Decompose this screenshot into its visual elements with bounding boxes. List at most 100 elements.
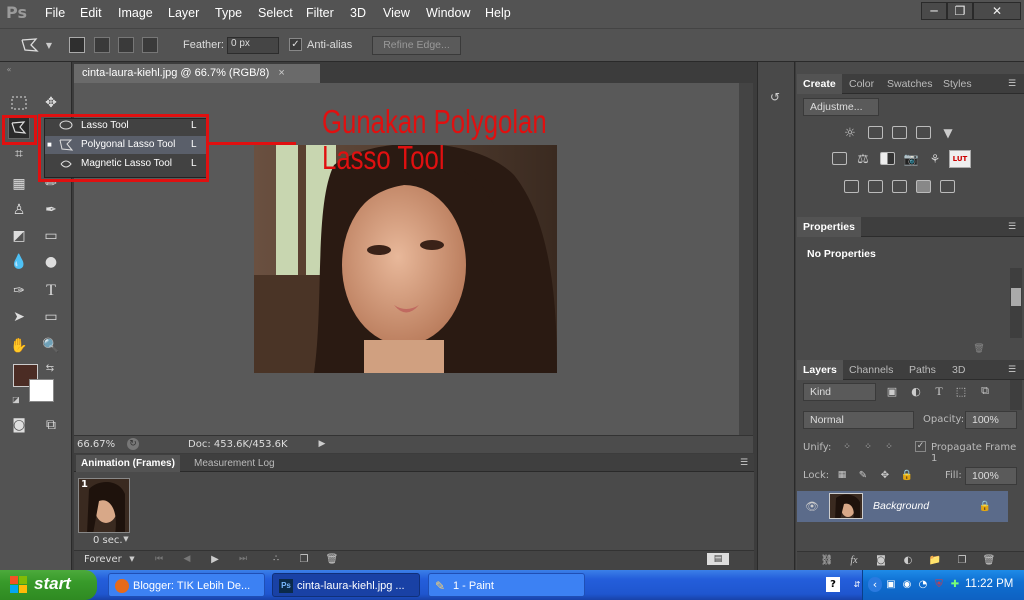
restore-button[interactable]: ❐ [947, 2, 973, 20]
posterize-icon[interactable] [868, 180, 883, 193]
delete-frame-icon[interactable]: 🗑 [325, 552, 339, 566]
gradient-tool-icon[interactable]: ▭ [40, 225, 62, 247]
marquee-tool-icon[interactable] [8, 92, 30, 114]
play-icon[interactable]: ▶ [208, 552, 222, 566]
layer-kind-filter[interactable]: Kind [803, 383, 876, 401]
eraser-tool-icon[interactable]: ◩ [8, 225, 30, 247]
crop-tool-icon[interactable]: ⌗ [8, 143, 30, 165]
close-button[interactable]: ✕ [973, 2, 1021, 20]
taskbar-item-paint[interactable]: ✎ 1 - Paint [428, 573, 585, 597]
lock-position-icon[interactable]: ✥ [879, 469, 891, 481]
color-lookup-icon[interactable]: LUT [949, 150, 971, 168]
black-white-icon[interactable] [880, 152, 895, 165]
filter-pixel-icon[interactable]: ▣ [884, 384, 900, 398]
intersect-selection-mode-button[interactable] [142, 37, 158, 53]
subtract-selection-mode-button[interactable] [118, 37, 134, 53]
channel-mixer-icon[interactable]: ⚘ [927, 151, 943, 167]
vibrance-icon[interactable]: ▼ [940, 125, 956, 141]
properties-menu-icon[interactable]: ☰ [1005, 221, 1019, 233]
opacity-input[interactable]: 100% [965, 411, 1017, 429]
tab-channels[interactable]: Channels [849, 360, 893, 380]
previous-frame-icon[interactable]: ◀ [180, 552, 194, 566]
lock-all-icon[interactable]: 🔒 [901, 469, 913, 481]
lock-transparent-icon[interactable]: ▦ [836, 469, 848, 481]
status-info-icon[interactable]: ↻ [127, 438, 139, 450]
add-selection-mode-button[interactable] [94, 37, 110, 53]
clone-stamp-tool-icon[interactable]: ♙ [8, 199, 30, 221]
quick-mask-icon[interactable]: ◙ [8, 414, 30, 436]
propagate-checkbox[interactable]: ✓ [915, 441, 926, 452]
filter-type-icon[interactable]: T [931, 384, 947, 398]
layers-menu-icon[interactable]: ☰ [1005, 364, 1019, 376]
layer-style-icon[interactable]: fx [847, 554, 861, 566]
duplicate-frame-icon[interactable]: ❐ [297, 552, 311, 566]
menu-window[interactable]: Window [426, 6, 470, 20]
sync-icon[interactable]: ✚ [948, 577, 962, 592]
unify-position-icon[interactable]: ⁘ [841, 441, 853, 453]
adjustment-layer-icon[interactable]: ◐ [901, 554, 915, 566]
blend-mode-select[interactable]: Normal [803, 411, 914, 429]
type-tool-icon[interactable]: T [40, 280, 62, 302]
default-colors-icon[interactable]: ◪ [10, 394, 22, 404]
spot-healing-tool-icon[interactable]: ▦ [8, 173, 30, 195]
panel-menu-icon[interactable]: ☰ [737, 457, 751, 469]
tween-icon[interactable]: ∴ [268, 552, 284, 566]
new-layer-icon[interactable]: ❐ [955, 554, 969, 566]
zoom-tool-icon[interactable]: 🔍 [40, 335, 62, 357]
unify-style-icon[interactable]: ⁘ [883, 441, 895, 453]
selective-color-icon[interactable] [940, 180, 955, 193]
screen-mode-icon[interactable]: ⧉ [40, 414, 62, 436]
layers-scrollbar[interactable] [1010, 380, 1022, 410]
new-selection-mode-button[interactable] [69, 37, 85, 53]
loop-dropdown-icon[interactable]: ▼ [128, 553, 136, 565]
refine-edge-button[interactable]: Refine Edge... [372, 36, 461, 55]
move-tool-icon[interactable]: ✥ [40, 92, 62, 114]
properties-trash-icon[interactable]: 🗑 [973, 343, 985, 355]
menu-layer[interactable]: Layer [168, 6, 199, 20]
tab-measurement-log[interactable]: Measurement Log [194, 455, 275, 472]
add-mask-icon[interactable]: ◙ [874, 554, 888, 566]
menu-filter[interactable]: Filter [306, 6, 334, 20]
history-panel-icon[interactable]: ↺ [766, 88, 784, 106]
adjustments-menu-icon[interactable]: ☰ [1005, 78, 1019, 90]
levels-icon[interactable] [868, 126, 883, 139]
threshold-icon[interactable] [892, 180, 907, 193]
convert-to-timeline-icon[interactable]: ▤ [707, 553, 729, 565]
tab-3d[interactable]: 3D [952, 360, 965, 380]
new-group-icon[interactable]: 📁 [928, 554, 942, 566]
wifi-icon[interactable]: ◉ [900, 577, 914, 592]
color-balance-icon[interactable]: ⚖ [855, 151, 871, 167]
security-icon[interactable]: ⛨ [932, 577, 946, 592]
menu-view[interactable]: View [383, 6, 410, 20]
path-selection-tool-icon[interactable]: ➤ [8, 306, 30, 328]
antialias-checkbox[interactable]: ✓ [289, 38, 302, 51]
volume-icon[interactable]: ◔ [916, 577, 930, 592]
link-layers-icon[interactable]: ⛓ [820, 554, 834, 566]
tab-create[interactable]: Create [797, 74, 842, 94]
history-brush-tool-icon[interactable]: ✒ [40, 199, 62, 221]
adjustments-dropdown[interactable]: Adjustme... [803, 98, 879, 116]
menu-edit[interactable]: Edit [80, 6, 102, 20]
delete-layer-icon[interactable]: 🗑 [982, 554, 996, 566]
photo-filter-icon[interactable]: 📷 [903, 151, 919, 167]
document-tab[interactable]: cinta-laura-kiehl.jpg @ 66.7% (RGB/8) × [74, 64, 320, 83]
taskbar-item-firefox[interactable]: Blogger: TIK Lebih De... [108, 573, 265, 597]
tab-styles[interactable]: Styles [943, 74, 972, 94]
menu-file[interactable]: File [45, 6, 65, 20]
loop-option[interactable]: Forever [84, 554, 122, 565]
minimize-button[interactable]: ─ [921, 2, 947, 20]
tray-expand-icon[interactable]: ‹ [868, 577, 882, 592]
menu-select[interactable]: Select [258, 6, 293, 20]
dodge-tool-icon[interactable]: ● [40, 251, 62, 273]
start-button[interactable]: start [0, 570, 97, 600]
curves-icon[interactable] [892, 126, 907, 139]
preset-dropdown-icon[interactable]: ▼ [44, 38, 54, 52]
network-icon[interactable]: ▣ [884, 577, 898, 592]
filter-smart-object-icon[interactable]: ⧉ [977, 384, 993, 398]
first-frame-icon[interactable]: ⏮ [152, 552, 166, 566]
background-color-swatch[interactable] [29, 379, 54, 402]
layer-name[interactable]: Background [873, 500, 929, 512]
unify-visibility-icon[interactable]: ⁘ [862, 441, 874, 453]
gradient-map-icon[interactable] [916, 180, 931, 193]
polygonal-lasso-preset-icon[interactable] [18, 35, 42, 55]
